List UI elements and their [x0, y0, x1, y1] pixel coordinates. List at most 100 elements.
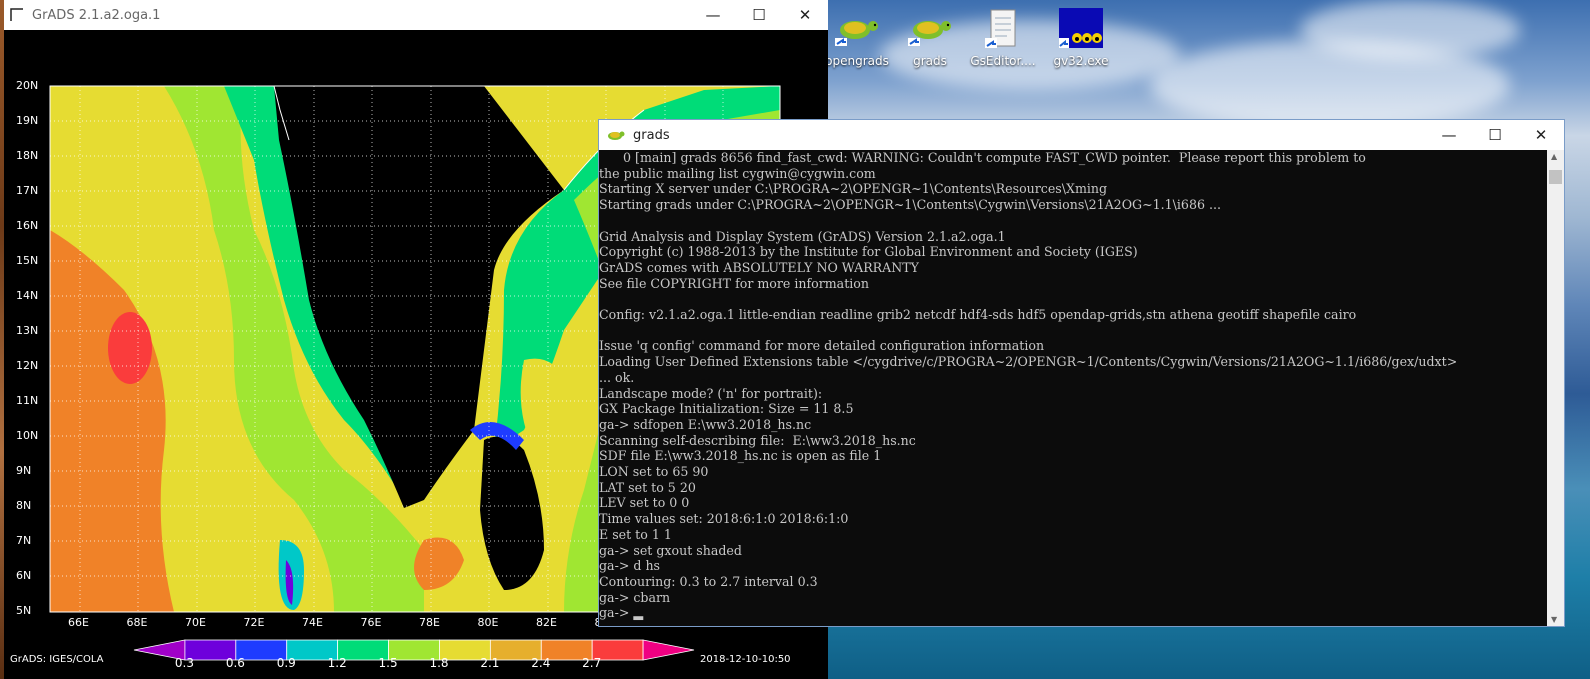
- terminal-line: See file COPYRIGHT for more information: [599, 275, 869, 291]
- colorbar-level-label: 1.5: [378, 656, 398, 670]
- terminal-line: GX Package Initialization: Size = 11 8.5: [599, 401, 854, 417]
- turtle-icon: [908, 21, 951, 46]
- lon-tick-label: 76E: [360, 616, 382, 629]
- maximize-button[interactable]: ☐: [736, 6, 782, 24]
- scroll-down-arrow-icon[interactable]: ▼: [1551, 615, 1557, 624]
- colorbar-level-label: 2.7: [582, 656, 602, 670]
- terminal-line: Grid Analysis and Display System (GrADS)…: [599, 228, 1006, 244]
- terminal-line: LAT set to 5 20: [599, 479, 696, 495]
- terminal-line: E set to 1 1: [599, 526, 672, 542]
- terminal-line: Starting X server under C:\PROGRA~2\OPEN…: [599, 181, 1108, 197]
- terminal-line: the public mailing list cygwin@cygwin.co…: [599, 165, 876, 181]
- minimize-button[interactable]: —: [1426, 126, 1472, 144]
- colorbar-level-label: 0.6: [225, 656, 245, 670]
- colorbar-level-label: 1.8: [429, 656, 449, 670]
- lon-tick-label: 82E: [536, 616, 557, 629]
- lat-tick-label: 17N: [16, 184, 39, 197]
- grads-window-titlebar[interactable]: GrADS 2.1.a2.oga.1 — ☐ ✕: [4, 0, 828, 30]
- scrollbar-thumb[interactable]: [1549, 170, 1562, 184]
- colorbar-level-label: 0.3: [174, 656, 194, 670]
- lat-tick-label: 6N: [16, 569, 32, 582]
- desktop-icon-opengrads[interactable]: opengrads: [822, 6, 892, 68]
- gv-icon: [1059, 8, 1103, 48]
- terminal-line: ga-> d hs: [599, 558, 661, 574]
- colorbar-level-label: 2.4: [531, 656, 551, 670]
- close-button[interactable]: ✕: [782, 6, 828, 24]
- terminal-line: GrADS comes with ABSOLUTELY NO WARRANTY: [599, 259, 919, 275]
- terminal-line: ga-> set gxout shaded: [599, 542, 742, 558]
- terminal-line: Copyright (c) 1988-2013 by the Institute…: [599, 244, 1138, 260]
- terminal-output[interactable]: 0 [main] grads 8656 find_fast_cwd: WARNI…: [599, 150, 1547, 626]
- field-red-patch: [108, 312, 152, 384]
- terminal-scrollbar[interactable]: ▲ ▼: [1547, 150, 1564, 626]
- terminal-line: SDF file E:\ww3.2018_hs.nc is open as fi…: [599, 448, 882, 464]
- grads-window-title: GrADS 2.1.a2.oga.1: [32, 7, 161, 23]
- terminal-line: Config: v2.1.a2.oga.1 little-endian read…: [599, 307, 1357, 323]
- lon-tick-label: 72E: [243, 616, 265, 629]
- terminal-line: ga-> cbarn: [599, 589, 671, 605]
- lon-tick-label: 78E: [419, 616, 440, 629]
- scroll-up-arrow-icon[interactable]: ▲: [1551, 152, 1557, 161]
- lat-tick-label: 11N: [16, 394, 39, 407]
- terminal-line: 0 [main] grads 8656 find_fast_cwd: WARNI…: [599, 150, 1366, 165]
- terminal-line: ga-> ▂: [599, 605, 644, 621]
- maximize-button[interactable]: ☐: [1472, 126, 1518, 144]
- desktop-icon-label: opengrads: [825, 54, 889, 68]
- lat-tick-label: 18N: [16, 149, 39, 162]
- desktop-icon-label: grads: [913, 54, 947, 68]
- desktop-icon-gv32[interactable]: gv32.exe: [1046, 6, 1116, 68]
- colorbar-level-label: 2.1: [480, 656, 500, 670]
- lat-tick-label: 12N: [16, 359, 39, 372]
- lat-tick-label: 7N: [16, 534, 32, 547]
- desktop-icon-label: GsEditor....: [970, 54, 1036, 68]
- desktop-icon-gseditor[interactable]: GsEditor....: [968, 6, 1038, 68]
- grads-terminal-window[interactable]: grads — ☐ ✕ 0 [main] grads 8656 find_fas…: [598, 119, 1565, 627]
- desktop-icon-grads[interactable]: grads: [895, 6, 965, 68]
- terminal-line: Starting grads under C:\PROGRA~2\OPENGR~…: [599, 197, 1221, 213]
- colorbar-level-label: 0.9: [276, 656, 296, 670]
- terminal-line: Loading User Defined Extensions table </…: [599, 354, 1458, 370]
- lon-tick-label: 68E: [126, 616, 148, 629]
- terminal-line: Landscape mode? ('n' for portrait):: [599, 385, 823, 401]
- lat-tick-label: 9N: [16, 464, 32, 477]
- colorbar-segment: [642, 639, 695, 661]
- footer-credit: GrADS: IGES/COLA: [10, 654, 104, 665]
- lat-tick-label: 20N: [16, 79, 39, 92]
- colorbar-level-label: 1.2: [327, 656, 347, 670]
- notepad-icon: [985, 9, 1016, 48]
- terminal-line: Contouring: 0.3 to 2.7 interval 0.3: [599, 573, 818, 589]
- minimize-button[interactable]: —: [690, 6, 736, 24]
- terminal-line: Issue 'q config' command for more detail…: [599, 338, 1045, 354]
- lon-tick-label: 80E: [477, 616, 499, 629]
- terminal-line: LEV set to 0 0: [599, 495, 690, 511]
- lat-tick-label: 5N: [16, 604, 32, 617]
- lon-tick-label: 74E: [302, 616, 323, 629]
- terminal-line: Time values set: 2018:6:1:0 2018:6:1:0: [599, 511, 849, 527]
- cloud: [1300, 0, 1520, 60]
- terminal-title: grads: [633, 127, 670, 143]
- colorbar: [133, 639, 695, 661]
- turtle-icon: [608, 131, 625, 140]
- lat-tick-label: 14N: [16, 289, 39, 302]
- close-button[interactable]: ✕: [1518, 126, 1564, 144]
- lat-tick-label: 10N: [16, 429, 39, 442]
- terminal-line: Scanning self-describing file: E:\ww3.20…: [599, 432, 916, 448]
- lat-tick-label: 16N: [16, 219, 39, 232]
- terminal-line: ... ok.: [599, 369, 635, 385]
- lat-tick-label: 13N: [16, 324, 39, 337]
- lon-tick-label: 70E: [185, 616, 206, 629]
- lat-tick-label: 19N: [16, 114, 39, 127]
- lat-tick-label: 8N: [16, 499, 32, 512]
- footer-timestamp: 2018-12-10-10:50: [700, 654, 791, 665]
- lat-tick-label: 15N: [16, 254, 39, 267]
- turtle-icon: [835, 21, 878, 46]
- terminal-line: LON set to 65 90: [599, 464, 709, 480]
- lon-tick-label: 66E: [68, 616, 89, 629]
- window-icon: [10, 8, 23, 21]
- desktop-icon-label: gv32.exe: [1053, 54, 1109, 68]
- terminal-titlebar[interactable]: grads — ☐ ✕: [599, 120, 1564, 150]
- terminal-line: ga-> sdfopen E:\ww3.2018_hs.nc: [599, 416, 812, 432]
